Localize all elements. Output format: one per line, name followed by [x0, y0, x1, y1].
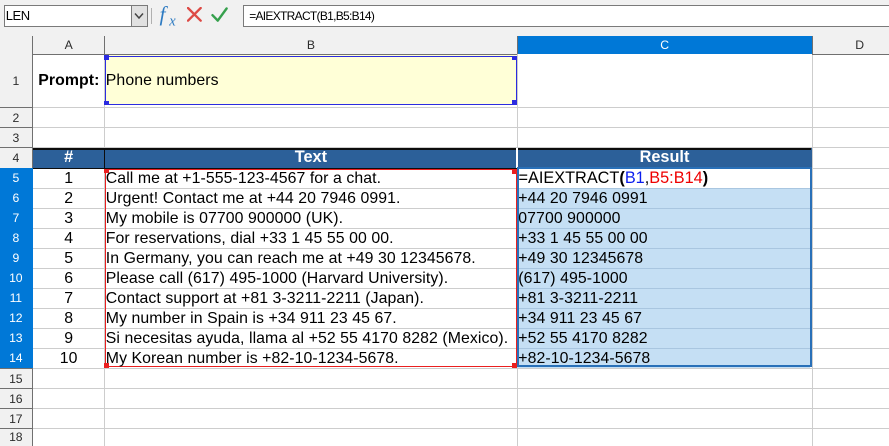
svg-text:x: x	[168, 13, 176, 29]
svg-text:f: f	[160, 3, 169, 26]
